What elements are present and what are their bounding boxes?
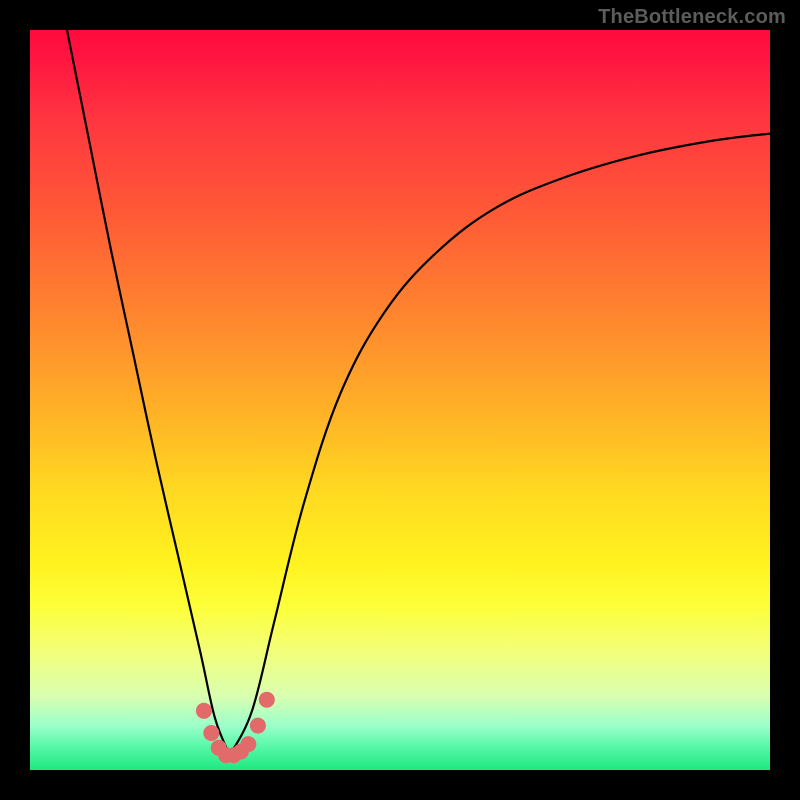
- watermark-text: TheBottleneck.com: [598, 6, 786, 29]
- curve-left-branch: [67, 30, 230, 755]
- minimum-marker: [240, 736, 256, 752]
- chart-frame: TheBottleneck.com: [0, 0, 800, 800]
- minimum-marker: [196, 703, 212, 719]
- curve-right-branch: [230, 134, 770, 756]
- minimum-marker: [250, 718, 266, 734]
- minimum-marker-cluster: [196, 692, 275, 764]
- plot-area: [30, 30, 770, 770]
- curve-layer: [30, 30, 770, 770]
- minimum-marker: [259, 692, 275, 708]
- minimum-marker: [203, 725, 219, 741]
